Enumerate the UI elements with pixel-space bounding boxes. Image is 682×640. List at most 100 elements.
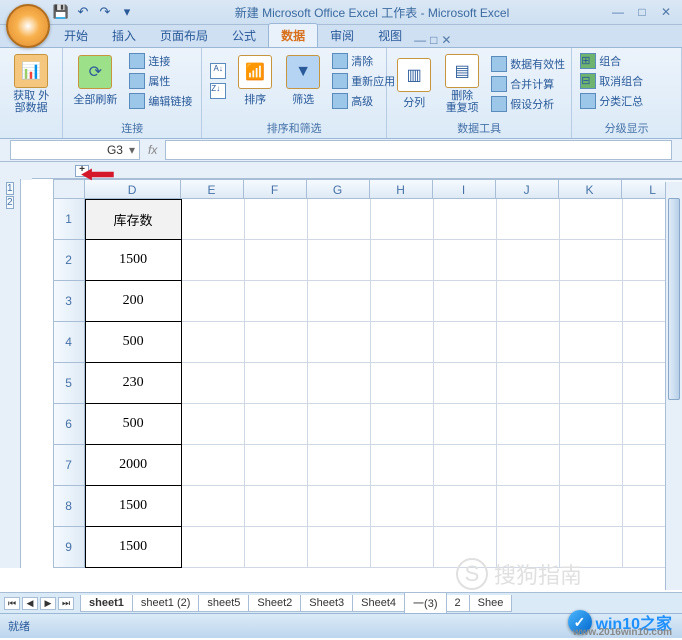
cell[interactable] xyxy=(371,199,434,240)
cell[interactable] xyxy=(434,322,497,363)
row-header[interactable]: 3 xyxy=(53,281,85,322)
cell[interactable] xyxy=(434,363,497,404)
cell[interactable] xyxy=(497,445,560,486)
cell[interactable] xyxy=(497,281,560,322)
row-header[interactable]: 9 xyxy=(53,527,85,568)
col-header-f[interactable]: F xyxy=(244,179,307,199)
cell[interactable] xyxy=(371,281,434,322)
cell[interactable] xyxy=(182,486,245,527)
outline-level-2[interactable]: 2 xyxy=(6,196,14,209)
row-header[interactable]: 6 xyxy=(53,404,85,445)
tab-nav-last[interactable]: ⏭ xyxy=(58,597,74,610)
cell[interactable] xyxy=(182,322,245,363)
mdi-close[interactable]: ✕ xyxy=(441,33,451,47)
sort-asc-button[interactable]: A↓ xyxy=(208,62,228,80)
cell[interactable] xyxy=(182,199,245,240)
cell[interactable] xyxy=(182,363,245,404)
cell[interactable] xyxy=(560,240,623,281)
sort-desc-button[interactable]: Z↓ xyxy=(208,82,228,100)
get-external-data-button[interactable]: 📊 获取 外部数据 xyxy=(6,52,56,116)
cell[interactable] xyxy=(434,199,497,240)
col-header-j[interactable]: J xyxy=(496,179,559,199)
what-if-button[interactable]: 假设分析 xyxy=(489,95,567,113)
cell[interactable]: 200 xyxy=(85,281,182,322)
row-header[interactable]: 7 xyxy=(53,445,85,486)
cell[interactable] xyxy=(434,486,497,527)
cell[interactable]: 2000 xyxy=(85,445,182,486)
cell[interactable] xyxy=(245,486,308,527)
cell[interactable] xyxy=(245,445,308,486)
cell[interactable] xyxy=(308,240,371,281)
tab-page-layout[interactable]: 页面布局 xyxy=(148,24,220,47)
cell[interactable] xyxy=(560,445,623,486)
cell[interactable] xyxy=(434,404,497,445)
qat-dropdown-icon[interactable]: ▾ xyxy=(118,3,136,21)
sheet-tab[interactable]: 一(3) xyxy=(404,593,446,614)
undo-icon[interactable]: ↶ xyxy=(74,3,92,21)
cell[interactable] xyxy=(182,404,245,445)
sheet-tab[interactable]: Sheet2 xyxy=(248,595,301,612)
col-header-k[interactable]: K xyxy=(559,179,622,199)
tab-insert[interactable]: 插入 xyxy=(100,24,148,47)
col-header-g[interactable]: G xyxy=(307,179,370,199)
tab-nav-first[interactable]: ⏮ xyxy=(4,597,20,610)
cell[interactable] xyxy=(497,404,560,445)
cell[interactable] xyxy=(371,322,434,363)
cell[interactable] xyxy=(182,281,245,322)
mdi-restore[interactable]: □ xyxy=(430,33,437,47)
row-header[interactable]: 1 xyxy=(53,199,85,240)
tab-data[interactable]: 数据 xyxy=(268,23,318,47)
cell[interactable]: 500 xyxy=(85,404,182,445)
ungroup-button[interactable]: ⊟取消组合 xyxy=(578,72,675,90)
cell[interactable] xyxy=(308,281,371,322)
cell[interactable] xyxy=(371,363,434,404)
cell[interactable]: 1500 xyxy=(85,486,182,527)
sheet-tab[interactable]: Sheet4 xyxy=(352,595,405,612)
row-header[interactable]: 5 xyxy=(53,363,85,404)
cell[interactable] xyxy=(371,527,434,568)
tab-formulas[interactable]: 公式 xyxy=(220,24,268,47)
cell[interactable] xyxy=(371,445,434,486)
cell[interactable] xyxy=(434,445,497,486)
cell[interactable] xyxy=(371,404,434,445)
cell[interactable] xyxy=(308,363,371,404)
tab-nav-next[interactable]: ▶ xyxy=(40,597,56,610)
cell[interactable] xyxy=(308,322,371,363)
sheet-tab[interactable]: Sheet3 xyxy=(300,595,353,612)
group-button[interactable]: ⊞组合 xyxy=(578,52,675,70)
formula-bar[interactable] xyxy=(165,140,672,160)
cell[interactable] xyxy=(245,527,308,568)
connections-button[interactable]: 连接 xyxy=(127,52,194,70)
sheet-tab[interactable]: sheet1 (2) xyxy=(132,595,200,612)
maximize-button[interactable]: □ xyxy=(632,5,652,19)
cell[interactable] xyxy=(560,281,623,322)
cell[interactable]: 1500 xyxy=(85,240,182,281)
data-validation-button[interactable]: 数据有效性 xyxy=(489,55,567,73)
cell[interactable] xyxy=(560,486,623,527)
row-header[interactable]: 4 xyxy=(53,322,85,363)
cell[interactable]: 1500 xyxy=(85,527,182,568)
cell[interactable] xyxy=(245,199,308,240)
col-header-e[interactable]: E xyxy=(181,179,244,199)
cell[interactable] xyxy=(560,322,623,363)
cell[interactable] xyxy=(182,445,245,486)
tab-home[interactable]: 开始 xyxy=(52,24,100,47)
col-header-i[interactable]: I xyxy=(433,179,496,199)
cell[interactable] xyxy=(245,240,308,281)
cell[interactable] xyxy=(497,322,560,363)
sheet-tab[interactable]: Shee xyxy=(469,595,513,612)
subtotal-button[interactable]: 分类汇总 xyxy=(578,92,675,110)
cell[interactable] xyxy=(245,281,308,322)
consolidate-button[interactable]: 合并计算 xyxy=(489,75,567,93)
refresh-all-button[interactable]: ⟳ 全部刷新 xyxy=(69,53,121,109)
tab-review[interactable]: 审阅 xyxy=(318,24,366,47)
sheet-tab[interactable]: sheet1 xyxy=(80,595,133,612)
close-button[interactable]: ✕ xyxy=(656,5,676,19)
save-icon[interactable]: 💾 xyxy=(52,3,70,21)
cell[interactable] xyxy=(308,527,371,568)
cell[interactable]: 500 xyxy=(85,322,182,363)
cell[interactable]: 库存数 xyxy=(85,199,182,240)
name-box[interactable]: G3 ▾ xyxy=(10,140,140,160)
col-header-h[interactable]: H xyxy=(370,179,433,199)
tab-nav-prev[interactable]: ◀ xyxy=(22,597,38,610)
